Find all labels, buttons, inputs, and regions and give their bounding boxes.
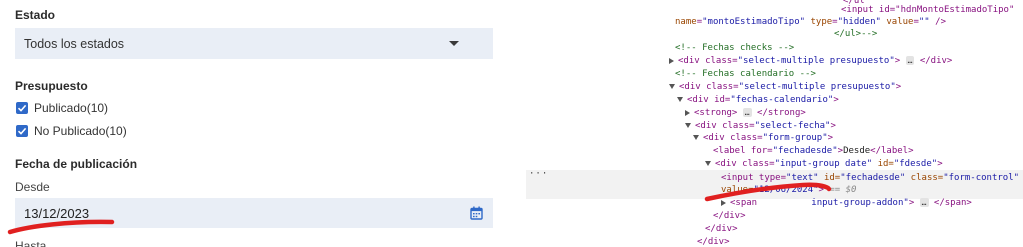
dom-node-line[interactable]: <div class="select-multiple presupuesto"… [669, 81, 901, 94]
checkbox-checked-icon [16, 102, 28, 114]
desde-date-value: 13/12/2023 [24, 206, 90, 221]
expand-arrow-icon[interactable] [721, 199, 726, 206]
estado-select[interactable]: Todos los estados [15, 28, 493, 59]
calendar-icon[interactable] [470, 206, 483, 225]
dom-node-line[interactable]: </div> [697, 236, 730, 247]
dom-node-line[interactable]: <label for="fechadesde">Desde</label> [713, 145, 914, 158]
dom-node-line[interactable]: <div class="select-fecha"> [685, 120, 836, 133]
dom-node-line[interactable]: <input id="hdnMontoEstimadoTipo" [841, 4, 1014, 17]
dom-node-line[interactable]: </div> [705, 223, 738, 236]
dom-node-line[interactable]: </ul>--> [834, 28, 877, 41]
collapse-arrow-icon[interactable] [677, 97, 683, 102]
dom-node-line[interactable]: name="montoEstimadoTipo" type="hidden" v… [675, 16, 946, 29]
dom-node-line[interactable]: <div class="form-group"> [693, 132, 833, 145]
desde-date-input[interactable]: 13/12/2023 [15, 198, 493, 228]
expand-arrow-icon[interactable] [669, 57, 674, 64]
hasta-label: Hasta [15, 239, 47, 247]
estado-label: Estado [15, 8, 56, 22]
dom-node-line[interactable]: <div class="select-multiple presupuesto"… [669, 55, 952, 68]
collapse-arrow-icon[interactable] [705, 161, 711, 166]
dom-comment-line[interactable]: <!-- Fechas checks --> [675, 42, 794, 55]
filter-panel: Estado Todos los estados Presupuesto Pub… [0, 0, 512, 247]
estado-select-value: Todos los estados [24, 37, 125, 51]
dom-comment-line[interactable]: <!-- Fechas calendario --> [675, 68, 816, 81]
dom-node-line[interactable]: <span input-group-addon"> … </span> [721, 197, 972, 210]
collapse-arrow-icon[interactable] [669, 84, 675, 89]
collapse-arrow-icon[interactable] [685, 123, 691, 128]
dom-node-line[interactable]: <div id="fechas-calendario"> [677, 94, 839, 107]
checkbox-checked-icon [16, 125, 28, 137]
dom-node-line[interactable]: <div class="input-group date" id="fdesde… [705, 158, 943, 171]
checkbox-label: No Publicado(10) [34, 124, 127, 138]
dom-node-selected[interactable]: <input type="text" id="fechadesde" class… [721, 172, 1019, 185]
presupuesto-label: Presupuesto [15, 79, 88, 93]
checkbox-label: Publicado(10) [34, 101, 109, 115]
collapse-arrow-icon[interactable] [693, 135, 699, 140]
node-options-icon[interactable]: ··· [529, 168, 548, 181]
dom-node-line[interactable]: </div> [713, 210, 746, 223]
fecha-publicacion-label: Fecha de publicación [15, 157, 138, 171]
dropdown-caret-icon [449, 41, 459, 46]
dom-node-line[interactable]: <strong> … </strong> [685, 107, 806, 120]
expand-arrow-icon[interactable] [685, 109, 690, 116]
desde-label: Desde [15, 180, 50, 194]
dom-node-selected-value[interactable]: value="12/06/2024"> == $0 [721, 184, 856, 197]
devtools-elements-panel: ··· </ul <input id="hdnMontoEstimadoTipo… [512, 0, 1023, 247]
